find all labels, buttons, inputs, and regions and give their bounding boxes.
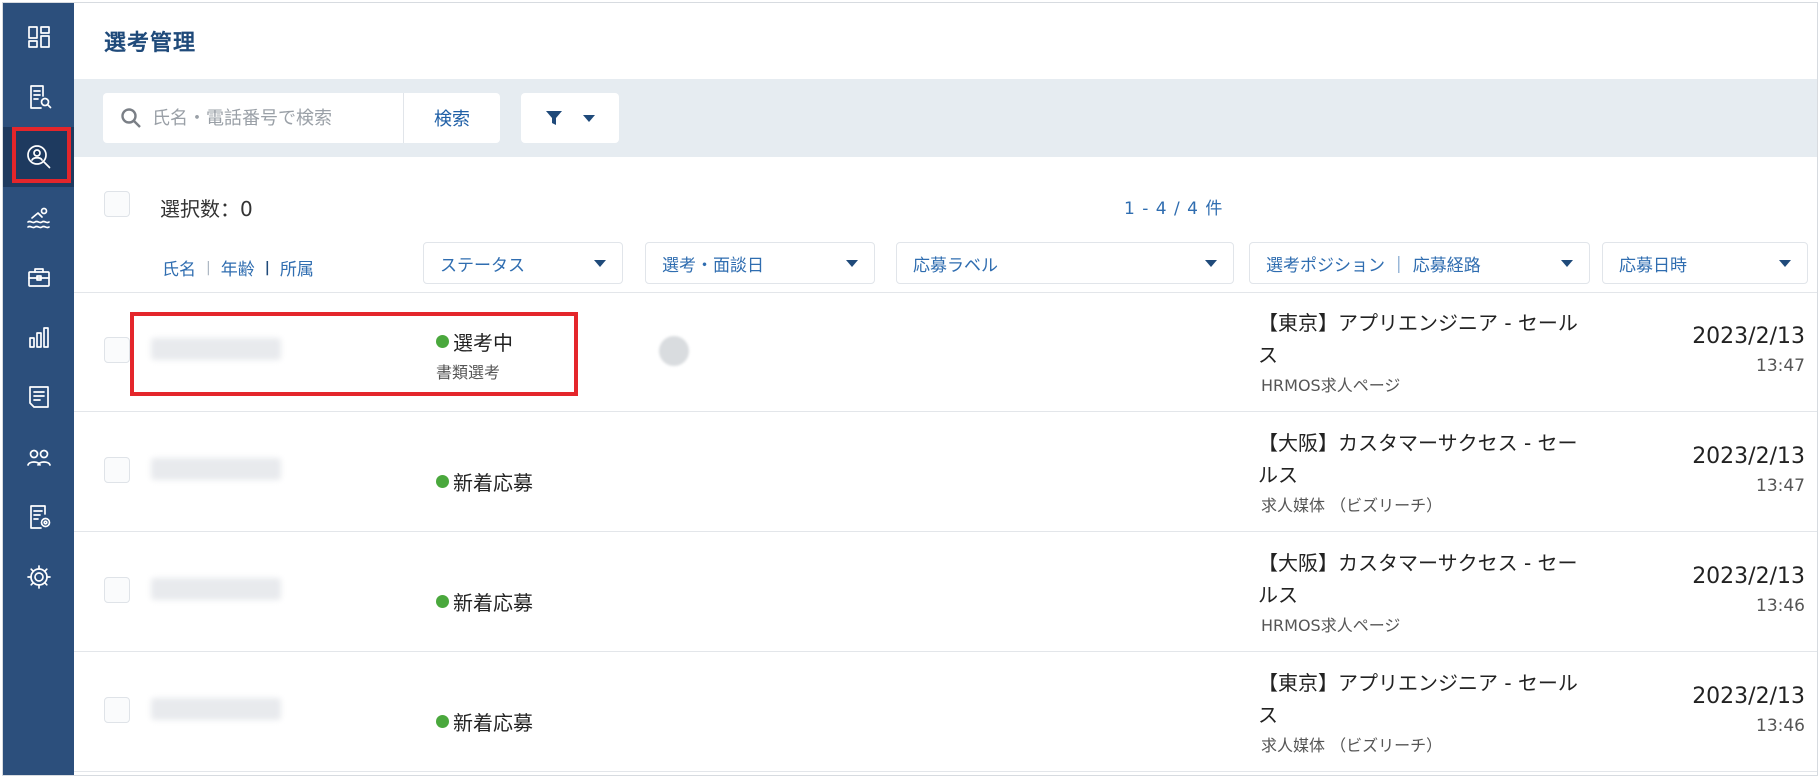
route-text: HRMOS求人ページ [1261,616,1401,635]
separator: | [206,259,211,276]
interview-date-column-header[interactable]: 選考・面談日 [645,242,875,284]
applied-time: 13:46 [1756,596,1805,616]
sidebar-item-settings[interactable] [3,547,74,607]
sidebar-item-talent-pool[interactable] [3,187,74,247]
sidebar-item-documents[interactable] [3,67,74,127]
separator: | [264,259,270,276]
sidebar-item-jobs[interactable] [3,247,74,307]
sort-affiliation-link[interactable]: 所属 [280,255,314,280]
candidate-name-redacted [151,698,281,720]
route-text: 求人媒体 （ビズリーチ） [1261,736,1443,755]
status-label: 新着応募 [436,587,533,616]
position-text: 【東京】アプリエンジニア - セールス [1258,671,1578,727]
status-label: 新着応募 [436,707,533,736]
label-column-header[interactable]: 応募ラベル [896,242,1234,284]
table-row[interactable]: 新着応募 【東京】アプリエンジニア - セールス 求人媒体 （ビズリーチ） 20… [74,652,1817,772]
chevron-down-icon [1205,259,1217,267]
checklist-icon [28,386,49,408]
gear-icon [26,565,51,589]
row-checkbox[interactable] [104,337,130,363]
applied-time: 13:47 [1756,476,1805,496]
sidebar-item-templates[interactable] [3,487,74,547]
search-toolbar: 検索 [74,79,1817,157]
applied-date: 2023/2/13 [1692,564,1805,589]
route-text: HRMOS求人ページ [1261,376,1401,395]
position-text: 【大阪】カスタマーサクセス - セールス [1258,431,1578,487]
sort-age-link[interactable]: 年齢 [221,255,255,280]
applied-at-column-label: 応募日時 [1619,255,1687,276]
briefcase-icon [27,268,50,287]
active-highlight-box [12,127,71,183]
table-row[interactable]: 新着応募 【大阪】カスタマーサクセス - セールス HRMOS求人ページ 202… [74,532,1817,652]
row-highlight-box [130,312,578,396]
main-content: 選考管理 検索 選択数：0 1 - 4 / 4 件 氏名 | 年齢 | 所属 ス [74,3,1817,775]
search-input[interactable] [152,107,392,129]
filter-icon [546,111,562,125]
position-route-column-label: 選考ポジション ｜ 応募経路 [1266,255,1481,276]
users-icon [26,449,51,466]
position-route-column-header[interactable]: 選考ポジション ｜ 応募経路 [1249,242,1590,284]
app-frame: 選考管理 検索 選択数：0 1 - 4 / 4 件 氏名 | 年齢 | 所属 ス [2,2,1818,776]
search-icon [121,108,141,128]
status-text: 新着応募 [453,471,533,495]
row-checkbox[interactable] [104,697,130,723]
route-text: 求人媒体 （ビズリーチ） [1261,496,1443,515]
applied-time: 13:47 [1756,356,1805,376]
status-dot [436,715,449,728]
status-column-header[interactable]: ステータス [423,242,623,284]
pagination-info: 1 - 4 / 4 件 [1124,199,1224,219]
page-title: 選考管理 [104,31,197,56]
status-dot [436,475,449,488]
row-checkbox[interactable] [104,577,130,603]
status-column-label: ステータス [440,255,525,276]
sidebar-item-members[interactable] [3,427,74,487]
interview-date-column-label: 選考・面談日 [662,255,764,276]
applied-at-column-header[interactable]: 応募日時 [1602,242,1808,284]
search-box [103,93,403,143]
sidebar-item-selection[interactable] [3,127,74,187]
document-settings-icon [29,505,50,529]
select-all-checkbox[interactable] [104,191,130,217]
swimmer-icon [26,207,50,229]
interviewer-avatar [659,336,689,366]
position-text: 【東京】アプリエンジニア - セールス [1258,311,1578,367]
selected-count: 選択数：0 [160,197,253,221]
sidebar [3,3,74,775]
applied-date: 2023/2/13 [1692,684,1805,709]
table-row[interactable]: 新着応募 【大阪】カスタマーサクセス - セールス 求人媒体 （ビズリーチ） 2… [74,412,1817,532]
status-text: 新着応募 [453,711,533,735]
status-text: 新着応募 [453,591,533,615]
bar-chart-icon [28,327,49,348]
applied-date: 2023/2/13 [1692,324,1805,349]
search-button[interactable]: 検索 [403,93,500,143]
applied-time: 13:46 [1756,716,1805,736]
sidebar-item-evaluations[interactable] [3,367,74,427]
status-label: 新着応募 [436,467,533,496]
sidebar-item-reports[interactable] [3,307,74,367]
chevron-down-icon [1561,259,1573,267]
document-search-icon [29,85,51,109]
chevron-down-icon [1779,259,1791,267]
applied-date: 2023/2/13 [1692,444,1805,469]
sort-links: 氏名 | 年齢 | 所属 [162,255,314,281]
label-column-label: 応募ラベル [913,255,998,276]
dashboard-icon [27,26,50,48]
status-dot [436,595,449,608]
chevron-down-icon [594,259,606,267]
candidate-name-redacted [151,458,281,480]
candidate-name-redacted [151,578,281,600]
filter-button[interactable] [521,93,619,143]
row-checkbox[interactable] [104,457,130,483]
chevron-down-icon [846,259,858,267]
chevron-down-icon [583,114,595,122]
position-text: 【大阪】カスタマーサクセス - セールス [1258,551,1578,607]
sort-name-link[interactable]: 氏名 [162,255,196,280]
sidebar-item-dashboard[interactable] [3,7,74,67]
